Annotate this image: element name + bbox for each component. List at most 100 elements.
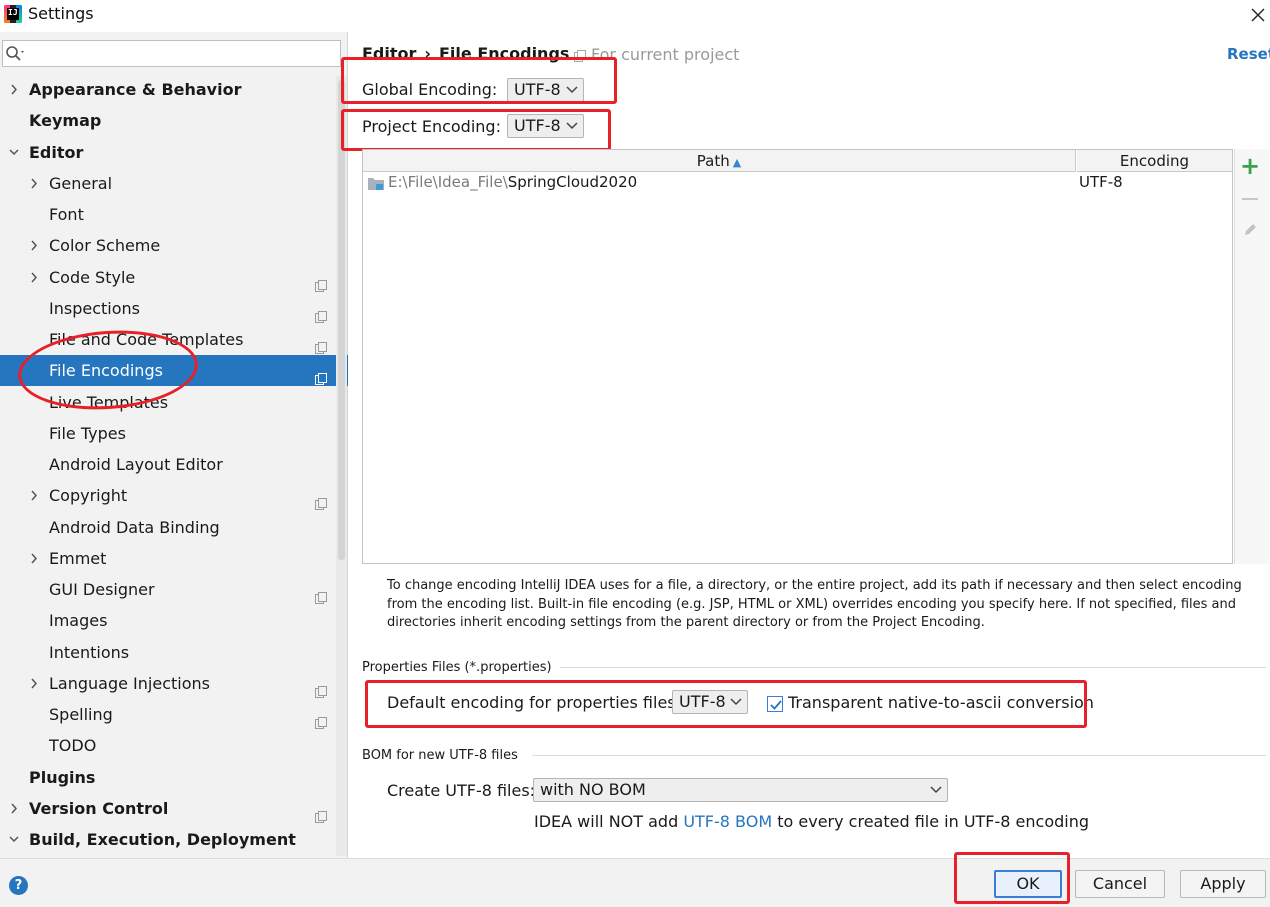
search-icon[interactable] (5, 45, 25, 63)
bom-create-label: Create UTF-8 files: (387, 781, 536, 800)
sidebar-item-color-scheme[interactable]: Color Scheme (0, 230, 348, 261)
chevron-right-icon[interactable] (28, 543, 40, 574)
close-icon[interactable] (1248, 2, 1268, 26)
title-bar (0, 0, 1270, 30)
project-scope-icon (315, 802, 327, 823)
sidebar-item-label: Android Data Binding (49, 518, 220, 537)
help-icon[interactable]: ? (9, 876, 28, 895)
chevron-right-icon[interactable] (28, 168, 40, 199)
folder-icon (367, 175, 385, 191)
project-scope-icon (315, 677, 327, 698)
utf8-bom-link[interactable]: UTF-8 BOM (683, 812, 772, 831)
sidebar-item-label: Spelling (49, 705, 113, 724)
bom-combo[interactable]: with NO BOM (533, 778, 948, 802)
encoding-mapping-table[interactable] (362, 149, 1233, 564)
sidebar-item-plugins[interactable]: Plugins (0, 762, 348, 793)
sidebar-item-label: Editor (29, 143, 84, 162)
encoding-help-text: To change encoding IntelliJ IDEA uses fo… (387, 578, 1242, 630)
sidebar-item-file-types[interactable]: File Types (0, 418, 348, 449)
window-title: Settings (28, 4, 94, 23)
path-prefix: E:\File\Idea_File\ (388, 173, 508, 191)
path-name: SpringCloud2020 (507, 173, 638, 191)
chevron-right-icon[interactable] (8, 793, 20, 824)
sidebar-item-label: Intentions (49, 643, 130, 662)
annotation-box-global (341, 57, 617, 104)
annotation-box-project (341, 109, 611, 151)
sidebar-item-label: Language Injections (49, 674, 210, 693)
annotation-box-ok (954, 852, 1070, 904)
table-row-path[interactable]: E:\File\Idea_File\SpringCloud2020 (388, 173, 637, 191)
sidebar-item-label: Android Layout Editor (49, 455, 223, 474)
column-header-path[interactable]: Path ▲ (363, 150, 1076, 172)
sidebar-item-gui-designer[interactable]: GUI Designer (0, 574, 348, 605)
annotation-box-properties (365, 680, 1087, 728)
column-header-path-label: Path (696, 152, 730, 170)
settings-search-input[interactable] (2, 40, 341, 67)
sidebar-item-label: Code Style (49, 268, 136, 287)
project-scope-icon (315, 333, 327, 354)
project-scope-icon (315, 271, 327, 292)
sidebar-item-label: General (49, 174, 113, 193)
chevron-right-icon[interactable] (28, 262, 40, 293)
sidebar-item-label: Keymap (29, 111, 102, 130)
reset-link[interactable]: Reset (1227, 45, 1270, 63)
sidebar-item-android-layout-editor[interactable]: Android Layout Editor (0, 449, 348, 480)
remove-icon[interactable] (1242, 198, 1258, 200)
bom-note-suffix: to every created file in UTF-8 encoding (772, 812, 1090, 831)
sidebar-item-keymap[interactable]: Keymap (0, 105, 348, 136)
project-scope-icon (315, 364, 327, 385)
sidebar-item-images[interactable]: Images (0, 605, 348, 636)
sidebar-item-inspections[interactable]: Inspections (0, 293, 348, 324)
chevron-right-icon[interactable] (28, 230, 40, 261)
properties-section-divider (560, 667, 1266, 668)
bom-value: with NO BOM (540, 780, 646, 799)
chevron-right-icon[interactable] (28, 668, 40, 699)
sidebar-item-label: Plugins (29, 768, 96, 787)
chevron-down-icon[interactable] (8, 137, 20, 168)
sidebar-item-editor[interactable]: Editor (0, 137, 348, 168)
sidebar-item-emmet[interactable]: Emmet (0, 543, 348, 574)
project-scope-icon (315, 708, 327, 729)
sidebar-item-label: Emmet (49, 549, 107, 568)
chevron-right-icon[interactable] (8, 74, 20, 105)
table-row-encoding[interactable]: UTF-8 (1079, 173, 1123, 191)
edit-pencil-icon[interactable] (1242, 222, 1258, 238)
sidebar-item-todo[interactable]: TODO (0, 730, 348, 761)
sidebar-item-label: Copyright (49, 486, 128, 505)
sidebar-item-spelling[interactable]: Spelling (0, 699, 348, 730)
sidebar-scrollbar-thumb[interactable] (338, 80, 345, 560)
sidebar-item-label: Images (49, 611, 108, 630)
bom-note: IDEA will NOT add UTF-8 BOM to every cre… (534, 812, 1089, 831)
project-scope-icon (315, 302, 327, 323)
sidebar-item-build-execution-deployment[interactable]: Build, Execution, Deployment (0, 824, 348, 855)
sidebar-item-label: Version Control (29, 799, 169, 818)
sidebar-item-general[interactable]: General (0, 168, 348, 199)
sidebar-item-font[interactable]: Font (0, 199, 348, 230)
sidebar-item-code-style[interactable]: Code Style (0, 262, 348, 293)
bom-note-prefix: IDEA will NOT add (534, 812, 684, 831)
project-scope-icon (315, 583, 327, 604)
properties-section-title: Properties Files (*.properties) (362, 660, 552, 675)
sidebar-item-appearance-behavior[interactable]: Appearance & Behavior (0, 74, 348, 105)
sidebar-item-language-injections[interactable]: Language Injections (0, 668, 348, 699)
chevron-down-icon (930, 779, 942, 801)
sidebar-item-version-control[interactable]: Version Control (0, 793, 348, 824)
add-icon[interactable]: + (1240, 154, 1260, 178)
bom-section-title: BOM for new UTF-8 files (362, 748, 518, 763)
chevron-right-icon[interactable] (28, 480, 40, 511)
sidebar-item-label: File Types (49, 424, 126, 443)
intellij-app-icon: IJ (4, 5, 22, 23)
apply-button[interactable]: Apply (1180, 870, 1266, 898)
sidebar-item-copyright[interactable]: Copyright (0, 480, 348, 511)
sidebar-item-label: GUI Designer (49, 580, 155, 599)
sidebar-item-label: Color Scheme (49, 236, 161, 255)
chevron-down-icon[interactable] (8, 824, 20, 855)
table-toolbar (1234, 149, 1269, 564)
sidebar-item-intentions[interactable]: Intentions (0, 637, 348, 668)
sidebar-item-android-data-binding[interactable]: Android Data Binding (0, 512, 348, 543)
sort-ascending-icon: ▲ (732, 156, 742, 169)
sidebar-item-label: Font (49, 205, 84, 224)
column-header-encoding[interactable]: Encoding (1077, 150, 1232, 172)
cancel-button[interactable]: Cancel (1075, 870, 1165, 898)
sidebar-item-label: Build, Execution, Deployment (29, 830, 296, 849)
